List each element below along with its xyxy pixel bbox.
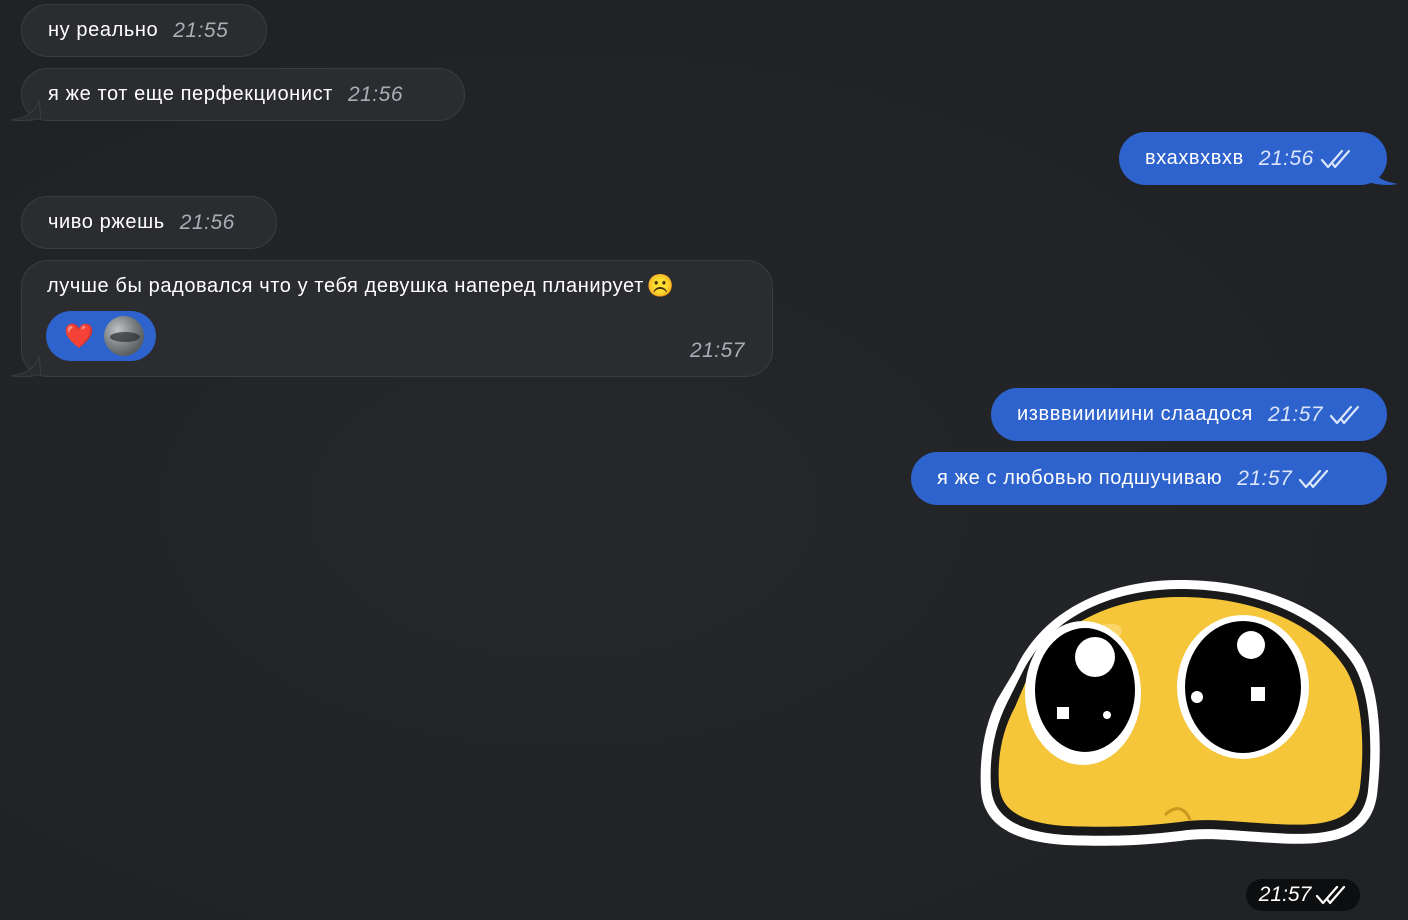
message-text: лучше бы радовался что у тебя девушка на… <box>47 274 644 297</box>
outgoing-message[interactable]: вхахвхвхв 21:56 <box>1119 132 1387 185</box>
frowning-face-emoji: ☹️ <box>646 273 675 298</box>
double-check-icon <box>1299 469 1329 488</box>
incoming-message[interactable]: я же тот еще перфекционист 21:56 <box>21 68 465 121</box>
outgoing-message[interactable]: извввииииини слаадося 21:57 <box>991 388 1387 441</box>
double-check-icon <box>1316 885 1346 905</box>
bubble-tail <box>10 356 41 378</box>
heart-reaction-icon: ❤️ <box>64 322 94 350</box>
outgoing-message[interactable]: я же с любовью подшучиваю 21:57 <box>911 452 1387 505</box>
message-time: 21:57 <box>689 339 745 362</box>
message-text: извввииииини слаадося <box>1017 403 1253 425</box>
message-time: 21:55 <box>173 18 229 42</box>
message-text: вхахвхвхв <box>1145 147 1244 169</box>
message-time: 21:57 <box>1268 402 1324 426</box>
message-text: я же с любовью подшучиваю <box>937 467 1223 489</box>
chat-area: ну реально 21:55 я же тот еще перфекцион… <box>0 0 1408 920</box>
message-time: 21:56 <box>347 82 404 106</box>
double-check-icon <box>1329 405 1360 424</box>
bubble-tail <box>1364 160 1398 185</box>
incoming-message[interactable]: чиво ржешь 21:56 <box>21 196 277 249</box>
avatar[interactable] <box>103 316 144 356</box>
message-text: я же тот еще перфекционист <box>48 83 333 105</box>
pleading-face-sticker[interactable] <box>975 575 1385 855</box>
message-text: ну реально <box>48 19 159 41</box>
message-time: 21:56 <box>1258 146 1314 170</box>
reaction-chip[interactable]: ❤️ <box>46 311 156 361</box>
double-check-icon <box>1320 149 1350 168</box>
message-time: 21:57 <box>1258 883 1312 906</box>
sticker-timestamp: 21:57 <box>1246 879 1360 911</box>
message-time: 21:57 <box>1237 466 1293 490</box>
message-time: 21:56 <box>179 210 235 234</box>
bubble-tail <box>10 100 41 122</box>
message-text: чиво ржешь <box>48 211 165 233</box>
incoming-message[interactable]: ну реально 21:55 <box>21 4 267 57</box>
